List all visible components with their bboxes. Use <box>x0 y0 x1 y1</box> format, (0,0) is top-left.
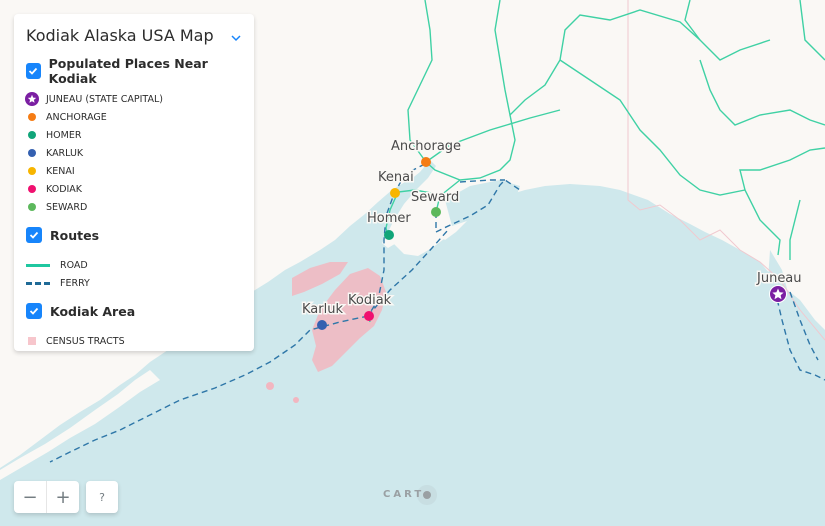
star-icon <box>25 92 39 106</box>
chevron-down-icon[interactable] <box>230 29 242 42</box>
legend-item-karluk: KARLUK <box>26 144 242 162</box>
layer-title: Routes <box>50 227 100 243</box>
layer-checkbox[interactable] <box>26 303 42 319</box>
dot-icon <box>28 185 36 193</box>
layer-title: Populated Places Near Kodiak <box>48 56 208 86</box>
zoom-control: − + <box>14 481 79 513</box>
place-marker[interactable] <box>364 311 374 321</box>
legend-panel: Kodiak Alaska USA Map Populated Places N… <box>14 14 254 351</box>
layer-toggle-kodiak-area[interactable]: Kodiak Area <box>26 298 242 324</box>
place-marker[interactable] <box>390 188 400 198</box>
layer-toggle-populated-places[interactable]: Populated Places Near Kodiak <box>26 56 242 86</box>
legend-item-homer: HOMER <box>26 126 242 144</box>
place-marker[interactable] <box>431 207 441 217</box>
legend-item-label: CENSUS TRACTS <box>46 335 125 347</box>
carto-logo-text: CART <box>383 489 425 500</box>
legend-item-seward: SEWARD <box>26 198 242 216</box>
check-icon <box>29 67 38 75</box>
legend-item-road: ROAD <box>26 256 242 274</box>
place-marker[interactable] <box>317 320 327 330</box>
place-label: Juneau <box>756 271 802 286</box>
dashed-line-icon <box>26 281 50 285</box>
legend-item-census-tracts: CENSUS TRACTS <box>26 332 242 350</box>
dot-icon <box>28 203 36 211</box>
legend-item-label: SEWARD <box>46 201 88 213</box>
legend-item-ferry: FERRY <box>26 274 242 292</box>
census-tract-islet <box>266 382 274 390</box>
zoom-out-button[interactable]: − <box>14 481 46 513</box>
check-icon <box>29 307 39 315</box>
legend-item-label: FERRY <box>60 277 90 289</box>
layer-checkbox[interactable] <box>26 63 41 79</box>
place-label: Karluk <box>302 302 343 317</box>
legend-item-label: JUNEAU (STATE CAPITAL) <box>46 93 163 105</box>
layer-title: Kodiak Area <box>50 303 136 319</box>
place-label: Homer <box>367 211 411 226</box>
carto-logo[interactable]: CART <box>383 489 432 500</box>
legend-item-anchorage: ANCHORAGE <box>26 108 242 126</box>
legend-item-label: ROAD <box>60 259 88 271</box>
dot-icon <box>28 167 36 175</box>
help-button[interactable]: ? <box>86 481 118 513</box>
legend-item-kodiak: KODIAK <box>26 180 242 198</box>
carto-dot-icon <box>423 490 432 499</box>
legend-item-label: KARLUK <box>46 147 84 159</box>
place-label: Anchorage <box>391 139 461 154</box>
layer-checkbox[interactable] <box>26 227 42 243</box>
square-icon <box>28 337 36 345</box>
place-marker[interactable] <box>384 230 394 240</box>
place-label: Seward <box>411 190 459 205</box>
legend-header[interactable]: Kodiak Alaska USA Map <box>26 14 242 56</box>
dot-icon <box>28 131 36 139</box>
place-marker[interactable] <box>421 157 431 167</box>
census-tract-islet <box>293 397 299 403</box>
legend-item-label: ANCHORAGE <box>46 111 107 123</box>
legend-item-label: HOMER <box>46 129 82 141</box>
zoom-in-button[interactable]: + <box>46 481 79 513</box>
legend-item-juneau: JUNEAU (STATE CAPITAL) <box>25 90 242 108</box>
legend-item-label: KENAI <box>46 165 75 177</box>
legend-item-label: KODIAK <box>46 183 83 195</box>
layer-toggle-routes[interactable]: Routes <box>26 222 242 248</box>
legend-item-kenai: KENAI <box>26 162 242 180</box>
place-label: Kenai <box>378 170 414 185</box>
dot-icon <box>28 113 36 121</box>
place-label: Kodiak <box>348 293 392 308</box>
check-icon <box>29 231 39 239</box>
legend-title: Kodiak Alaska USA Map <box>26 25 214 45</box>
dot-icon <box>28 149 36 157</box>
solid-line-icon <box>26 263 50 267</box>
